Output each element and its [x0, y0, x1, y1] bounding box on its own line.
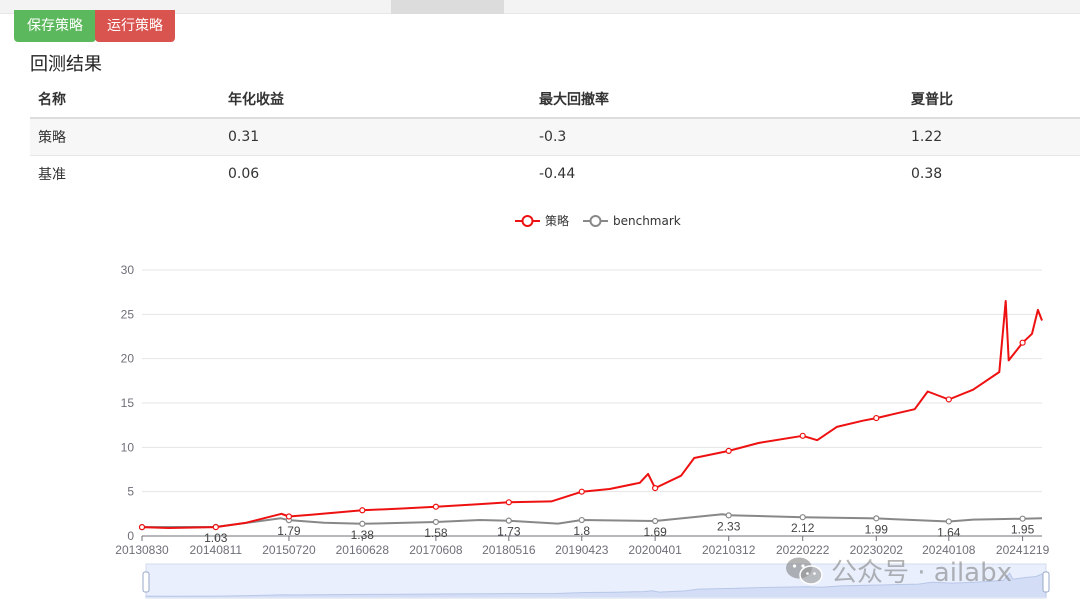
zoom-handle-left[interactable] — [142, 571, 150, 593]
legend-marker — [589, 215, 602, 227]
x-tick-label: 20200401 — [628, 543, 682, 557]
series-layer — [138, 300, 1043, 531]
x-tick-label: 20160628 — [336, 543, 390, 557]
data-point — [505, 499, 512, 506]
data-point — [359, 507, 366, 514]
data-point — [652, 485, 659, 492]
data-point — [945, 518, 952, 525]
table-cell: 0.38 — [903, 154, 1080, 192]
x-tick-label: 20140811 — [190, 543, 243, 557]
data-point — [725, 512, 732, 519]
data-label: 1.95 — [1011, 523, 1035, 537]
data-point — [578, 516, 585, 524]
results-table: 名称 年化收益 最大回撤率 夏普比 策略 0.31 -0.3 1.22 基准 0… — [30, 80, 1080, 192]
x-tick-label: 20170608 — [409, 543, 463, 557]
data-label: 1.58 — [424, 526, 448, 540]
data-label: 1.99 — [865, 522, 889, 536]
data-label: 1.69 — [643, 525, 667, 539]
legend-item-策略[interactable]: 策略 — [515, 213, 569, 228]
data-point — [432, 503, 439, 510]
data-point — [873, 414, 880, 422]
y-tick-label: 15 — [121, 396, 135, 410]
data-label: 1.38 — [351, 528, 375, 542]
table-row: 基准 0.06 -0.44 0.38 — [30, 154, 1080, 192]
data-point — [359, 520, 366, 527]
watermark: 公众号 · ailabx — [785, 552, 1012, 589]
top-tab[interactable] — [391, 0, 504, 14]
y-tick-label: 20 — [121, 352, 135, 366]
backtest-chart: 0 5 10 15 20 25 30 20130830 20140811 20150720 2016… — [115, 213, 1050, 599]
table-cell: -0.44 — [531, 154, 903, 192]
x-tick-label: 20150720 — [262, 543, 316, 557]
table-header-row: 名称 年化收益 最大回撤率 夏普比 — [30, 80, 1080, 119]
legend-item-benchmark[interactable]: benchmark — [583, 214, 681, 228]
data-point — [799, 514, 806, 521]
data-point — [212, 524, 219, 531]
data-point — [945, 396, 952, 403]
series-line-策略 — [141, 300, 1043, 529]
y-tick-label: 5 — [127, 485, 134, 499]
column-header: 最大回撤率 — [531, 80, 903, 119]
data-label: 2.12 — [791, 521, 815, 535]
data-label: 1.64 — [937, 525, 961, 539]
data-point — [505, 517, 512, 524]
y-tick-label: 30 — [121, 263, 135, 277]
grid — [142, 269, 1042, 537]
data-point — [799, 432, 806, 439]
x-tick-label: 20190423 — [555, 543, 609, 557]
legend[interactable]: 策略 benchmark — [515, 213, 681, 228]
wechat-icon — [785, 556, 823, 586]
x-tick-label: 20210312 — [702, 543, 756, 557]
legend-label: 策略 — [545, 213, 569, 228]
table-cell: 基准 — [30, 154, 220, 192]
y-tick-label: 10 — [121, 440, 135, 454]
table-cell: 0.06 — [220, 154, 531, 192]
column-header: 夏普比 — [903, 80, 1080, 119]
table-cell: 1.22 — [903, 117, 1080, 155]
data-point — [652, 517, 659, 525]
data-label: 1.73 — [497, 525, 521, 539]
column-header: 年化收益 — [220, 80, 531, 119]
y-tick-label: 25 — [121, 307, 135, 321]
table-row: 策略 0.31 -0.3 1.22 — [30, 117, 1080, 155]
save-strategy-button[interactable]: 保存策略 — [14, 10, 96, 42]
legend-label: benchmark — [613, 214, 681, 228]
table-cell: 0.31 — [220, 117, 531, 155]
zoom-handle-right[interactable] — [1042, 571, 1050, 593]
data-point — [873, 515, 880, 522]
data-label: 1.79 — [277, 524, 301, 538]
data-point — [285, 513, 293, 520]
legend-marker — [521, 215, 534, 227]
data-point — [432, 518, 439, 526]
table-cell: 策略 — [30, 117, 220, 155]
data-point — [138, 524, 146, 531]
run-strategy-button[interactable]: 运行策略 — [95, 10, 175, 42]
column-header: 名称 — [30, 80, 220, 119]
data-label: 1.03 — [204, 531, 228, 545]
data-point — [1019, 339, 1026, 346]
data-label: 2.33 — [717, 519, 741, 533]
table-cell: -0.3 — [531, 117, 903, 155]
watermark-text: 公众号 · ailabx — [831, 558, 1012, 588]
data-point — [725, 447, 732, 454]
x-tick-label: 20180516 — [482, 543, 536, 557]
data-label: 1.8 — [573, 524, 590, 538]
data-point — [1019, 515, 1026, 522]
x-tick-label: 20130830 — [115, 543, 169, 557]
data-point — [578, 488, 585, 495]
y-tick-label: 0 — [127, 529, 134, 543]
section-title: 回测结果 — [30, 54, 102, 75]
